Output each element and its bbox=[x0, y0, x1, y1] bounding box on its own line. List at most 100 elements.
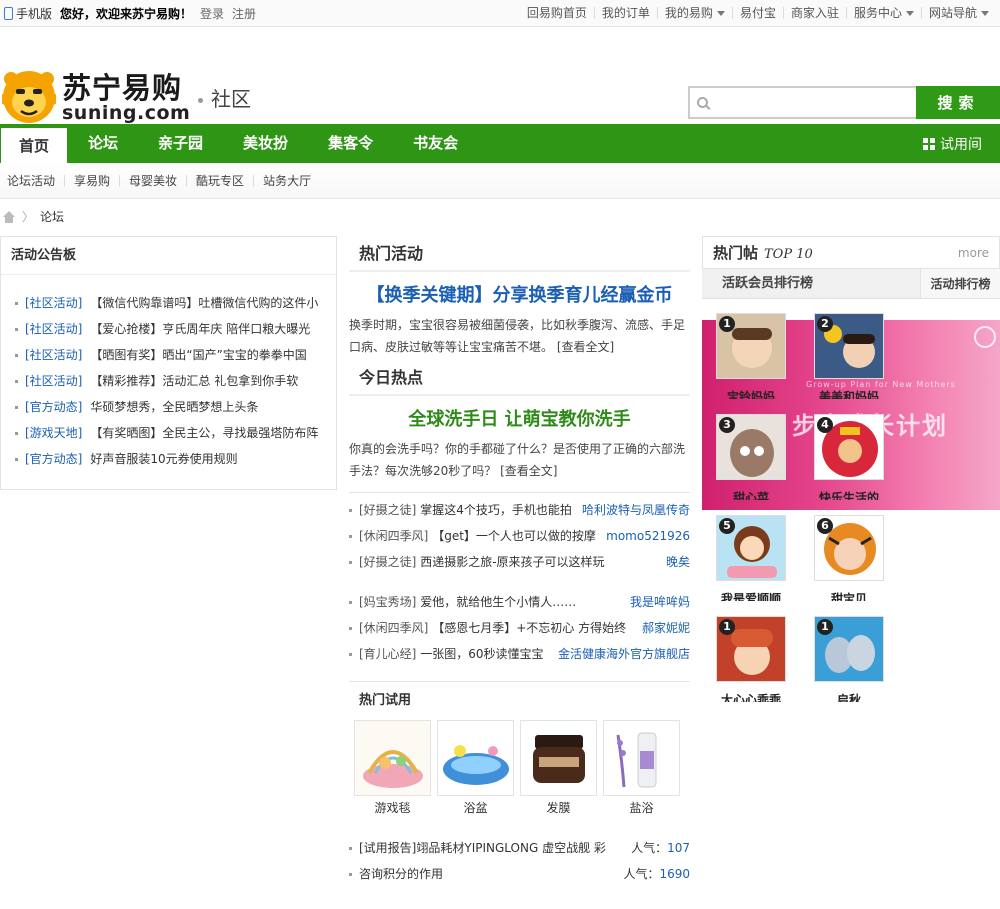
item-text[interactable]: 【爱心抢楼】亨氏周年庆 陪伴口粮大曝光 bbox=[90, 322, 310, 336]
post-title[interactable]: [好摄之徒] 西递摄影之旅-原来孩子可以这样玩 bbox=[359, 549, 605, 575]
post-title[interactable]: [好摄之徒] 掌握这4个技巧，手机也能拍 bbox=[359, 497, 572, 523]
item-tag[interactable]: [游戏天地] bbox=[25, 426, 82, 440]
avatar[interactable]: 1 bbox=[814, 616, 884, 682]
item-text[interactable]: 【晒图有奖】晒出“国产”宝宝的拳拳中国 bbox=[90, 348, 306, 362]
product-image[interactable] bbox=[437, 720, 514, 796]
trial-product[interactable]: 盐浴 bbox=[603, 720, 680, 817]
item-tag[interactable]: [社区活动] bbox=[25, 296, 82, 310]
toplink-service[interactable]: 服务中心 bbox=[845, 7, 921, 19]
site-logo[interactable]: 苏宁易购 suning.com bbox=[2, 69, 190, 125]
toplink-merchant[interactable]: 商家入驻 bbox=[782, 7, 846, 19]
tab-activity-ranking[interactable]: 活动排行榜 bbox=[920, 269, 1000, 298]
post-title[interactable]: [休闲四季风] 【get】一个人也可以做的按摩 bbox=[359, 523, 596, 549]
list-item[interactable]: [官方动态] 好声音服装10元券使用规则 bbox=[1, 446, 336, 472]
subnav-item-share[interactable]: 享易购 bbox=[64, 174, 119, 187]
subnav-item-cool[interactable]: 酷玩专区 bbox=[186, 174, 253, 187]
trial-report-title[interactable]: [试用报告]翊品耗材YIPINGLONG 虚空战舰 彩 bbox=[359, 835, 606, 861]
member-name[interactable]: 快乐生活的 bbox=[804, 488, 894, 500]
nav-item-collect[interactable]: 集客令 bbox=[308, 124, 393, 163]
toplink-orders[interactable]: 我的订单 bbox=[593, 7, 657, 19]
item-tag[interactable]: [社区活动] bbox=[25, 374, 82, 388]
nav-trial-link[interactable]: 试用间 bbox=[923, 124, 1000, 163]
list-item[interactable]: 咨询积分的作用 人气：1690 bbox=[349, 861, 690, 887]
trial-report-title[interactable]: 咨询积分的作用 bbox=[359, 861, 443, 887]
list-item[interactable]: [社区活动] 【晒图有奖】晒出“国产”宝宝的拳拳中国 bbox=[1, 342, 336, 368]
subnav-item-baby-beauty[interactable]: 母婴美妆 bbox=[119, 174, 186, 187]
avatar[interactable]: 4 bbox=[814, 414, 884, 480]
avatar[interactable]: 2 bbox=[814, 313, 884, 379]
list-item[interactable]: [社区活动] 【爱心抢楼】亨氏周年庆 陪伴口粮大曝光 bbox=[1, 316, 336, 342]
item-tag[interactable]: [官方动态] bbox=[25, 400, 82, 414]
avatar[interactable]: 5 bbox=[716, 515, 786, 581]
nav-item-home[interactable]: 首页 bbox=[0, 127, 69, 163]
post-author[interactable]: momo521926 bbox=[600, 523, 690, 549]
tab-active-members[interactable]: 活跃会员排行榜 bbox=[702, 269, 920, 298]
item-text[interactable]: 【微信代购靠谱吗】吐槽微信代购的这件小 bbox=[90, 296, 318, 310]
member-name[interactable]: 大心心乖乖 bbox=[706, 690, 796, 702]
breadcrumb-current[interactable]: 论坛 bbox=[40, 208, 64, 225]
search-input[interactable] bbox=[688, 86, 916, 119]
product-name[interactable]: 游戏毯 bbox=[354, 799, 431, 817]
post-author[interactable]: 郝家妮妮 bbox=[636, 615, 690, 641]
product-image[interactable] bbox=[354, 720, 431, 796]
list-item[interactable]: [休闲四季风] 【get】一个人也可以做的按摩 momo521926 bbox=[349, 523, 690, 549]
nav-item-forum[interactable]: 论坛 bbox=[68, 124, 138, 163]
avatar[interactable]: 3 bbox=[716, 414, 786, 480]
avatar[interactable]: 1 bbox=[716, 313, 786, 379]
list-item[interactable]: [好摄之徒] 掌握这4个技巧，手机也能拍 哈利波特与凤凰传奇 bbox=[349, 497, 690, 523]
member-name[interactable]: 甜心菜 bbox=[706, 488, 796, 500]
login-link[interactable]: 登录 bbox=[200, 5, 224, 22]
nav-item-beauty[interactable]: 美妆扮 bbox=[223, 124, 308, 163]
toplink-pay[interactable]: 易付宝 bbox=[731, 7, 783, 19]
list-item[interactable]: [社区活动] 【微信代购靠谱吗】吐槽微信代购的这件小 bbox=[1, 290, 336, 316]
list-item[interactable]: [好摄之徒] 西递摄影之旅-原来孩子可以这样玩 晚矣 bbox=[349, 549, 690, 575]
trial-product[interactable]: 浴盆 bbox=[437, 720, 514, 817]
item-text[interactable]: 华硕梦想秀，全民晒梦想上头条 bbox=[90, 400, 258, 414]
trial-product[interactable]: 发膜 bbox=[520, 720, 597, 817]
item-text[interactable]: 【有奖晒图】全民主公，寻找最强塔防布阵 bbox=[90, 426, 318, 440]
list-item[interactable]: [试用报告]翊品耗材YIPINGLONG 虚空战舰 彩人气：107 bbox=[349, 835, 690, 861]
list-item[interactable]: [休闲四季风] 【感恩七月季】+不忘初心 方得始终 郝家妮妮 bbox=[349, 615, 690, 641]
toplink-sitenav[interactable]: 网站导航 bbox=[920, 7, 996, 19]
member-name[interactable]: 甜宝贝 bbox=[804, 589, 894, 601]
avatar[interactable]: 1 bbox=[716, 616, 786, 682]
product-name[interactable]: 盐浴 bbox=[603, 799, 680, 817]
product-image[interactable] bbox=[520, 720, 597, 796]
nav-item-parenting[interactable]: 亲子园 bbox=[138, 124, 223, 163]
search-button[interactable]: 搜索 bbox=[916, 86, 1000, 119]
trial-product[interactable]: 游戏毯 bbox=[354, 720, 431, 817]
avatar[interactable]: 6 bbox=[814, 515, 884, 581]
item-tag[interactable]: [社区活动] bbox=[25, 348, 82, 362]
list-item[interactable]: [育儿心经] 一张图，60秒读懂宝宝 金活健康海外官方旗舰店 bbox=[349, 641, 690, 667]
item-tag[interactable]: [官方动态] bbox=[25, 452, 82, 466]
subnav-item-admin[interactable]: 站务大厅 bbox=[253, 174, 320, 187]
hot-activity-feature[interactable]: 【换季关键期】分享换季育儿经赢金币 bbox=[349, 283, 690, 309]
item-text[interactable]: 好声音服装10元券使用规则 bbox=[90, 452, 237, 466]
list-item[interactable]: [社区活动] 【精彩推荐】活动汇总 礼包拿到你手软 bbox=[1, 368, 336, 394]
today-hot-feature[interactable]: 全球洗手日 让萌宝教你洗手 bbox=[349, 407, 690, 433]
post-author[interactable]: 晚矣 bbox=[660, 549, 690, 575]
product-name[interactable]: 发膜 bbox=[520, 799, 597, 817]
mobile-link[interactable]: 手机版 bbox=[4, 5, 52, 22]
item-tag[interactable]: [社区活动] bbox=[25, 322, 82, 336]
post-title[interactable]: [育儿心经] 一张图，60秒读懂宝宝 bbox=[359, 641, 543, 667]
more-link[interactable]: more bbox=[958, 246, 989, 260]
member-name[interactable]: 我是爱顺顺 bbox=[706, 589, 796, 601]
product-name[interactable]: 浴盆 bbox=[437, 799, 514, 817]
member-name[interactable]: 美美和妈妈 bbox=[804, 387, 894, 399]
post-title[interactable]: [休闲四季风] 【感恩七月季】+不忘初心 方得始终 bbox=[359, 615, 626, 641]
list-item[interactable]: [官方动态] 华硕梦想秀，全民晒梦想上头条 bbox=[1, 394, 336, 420]
item-text[interactable]: 【精彩推荐】活动汇总 礼包拿到你手软 bbox=[90, 374, 298, 388]
home-icon[interactable] bbox=[2, 210, 16, 223]
toplink-home[interactable]: 回易购首页 bbox=[520, 7, 594, 19]
list-item[interactable]: [妈宝秀场] 爱他，就给他生个小情人…… 我是哞哞妈 bbox=[349, 589, 690, 615]
post-author[interactable]: 哈利波特与凤凰传奇 bbox=[576, 497, 690, 523]
post-title[interactable]: [妈宝秀场] 爱他，就给他生个小情人…… bbox=[359, 589, 576, 615]
subnav-item-events[interactable]: 论坛活动 bbox=[0, 175, 64, 187]
product-image[interactable] bbox=[603, 720, 680, 796]
member-name[interactable]: 启秋 bbox=[804, 690, 894, 702]
post-author[interactable]: 金活健康海外官方旗舰店 bbox=[552, 641, 690, 667]
nav-item-books[interactable]: 书友会 bbox=[393, 124, 478, 163]
member-name[interactable]: 宝铃妈妈 bbox=[706, 387, 796, 399]
post-author[interactable]: 我是哞哞妈 bbox=[624, 589, 690, 615]
